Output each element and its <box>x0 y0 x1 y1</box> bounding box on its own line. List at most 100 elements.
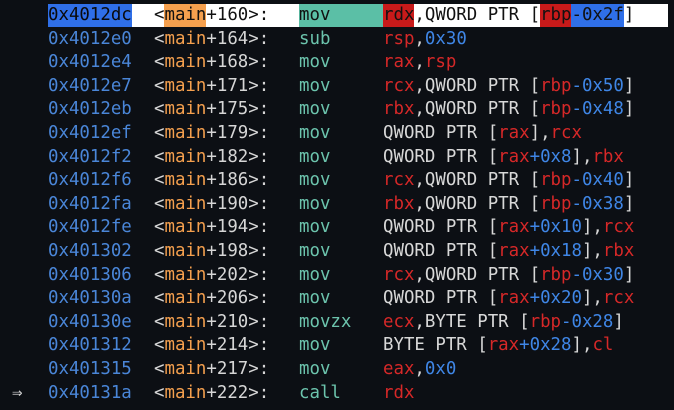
angle-close: >: <box>248 335 270 356</box>
symbol-offset: <main+168>: <box>154 51 269 74</box>
instruction-mnemonic: mov <box>299 52 331 73</box>
operand-reg: rcx <box>550 123 582 143</box>
angle-close: >: <box>248 382 270 403</box>
operand-num: +0x18 <box>529 241 582 261</box>
operand-num: -0x30 <box>571 264 624 285</box>
operand-txt: QWORD PTR [ <box>383 146 499 167</box>
symbol-name: main <box>164 146 207 167</box>
instruction-address: 0x4012f2 <box>48 146 132 167</box>
instruction-operands: eax,0x0 <box>383 358 456 381</box>
operand-txt: ], <box>581 217 603 238</box>
operand-txt: ], <box>581 241 603 261</box>
symbol-offset: <main+194>: <box>154 216 269 239</box>
symbol-offset: <main+175>: <box>154 98 269 121</box>
operand-txt: ], <box>529 123 551 143</box>
operand-txt: ,BYTE PTR [ <box>414 311 530 332</box>
instruction-address: 0x4012fa <box>48 193 132 214</box>
operand-txt: ] <box>613 311 624 332</box>
symbol-name: main <box>164 193 207 214</box>
operand-txt: ], <box>571 146 593 167</box>
operand-reg: rax <box>498 241 530 261</box>
symbol-offset: <main+164>: <box>154 28 269 51</box>
operand-reg: rbp <box>540 4 572 27</box>
instruction-mnemonic: mov <box>299 288 331 309</box>
operand-txt: ,QWORD PTR [ <box>414 193 541 214</box>
instruction-row[interactable]: 0x4012dc <main+160>: mov rdx,QWORD PTR [rbp… <box>48 4 668 27</box>
operand-txt: QWORD PTR [ <box>383 217 499 238</box>
angle-open: < <box>154 123 165 143</box>
operand-reg: rdx <box>383 4 415 27</box>
operand-txt: , <box>414 52 425 73</box>
symbol-name: main <box>164 311 207 332</box>
disassembly-view: 0x4012dc <main+160>: mov rdx,QWORD PTR [rbp… <box>0 0 674 410</box>
symbol-name: main <box>164 170 207 191</box>
operand-reg: rax <box>498 146 530 167</box>
operand-num: -0x40 <box>571 170 624 191</box>
instruction-address: 0x4012e0 <box>48 28 132 49</box>
angle-open: < <box>154 359 165 379</box>
instruction-operands: QWORD PTR [rax+0x10],rcx <box>383 216 634 239</box>
instruction-operands: rbx,QWORD PTR [rbp-0x38] <box>383 193 634 216</box>
operand-reg: rcx <box>602 288 635 309</box>
operand-reg: rbx <box>383 99 415 120</box>
symbol-offset: <main+206>: <box>154 287 269 310</box>
operand-txt: ], <box>581 288 603 309</box>
angle-close: >: <box>248 311 270 332</box>
instruction-operands: BYTE PTR [rax+0x28],cl <box>383 334 613 357</box>
symbol-offset: <main+214>: <box>154 334 269 357</box>
operand-reg: rsp <box>383 28 415 49</box>
instruction-address: 0x4012fe <box>48 217 132 238</box>
angle-close: >: <box>248 359 270 379</box>
symbol-name: main <box>164 28 207 49</box>
angle-close: >: <box>248 193 270 214</box>
symbol-offset-value: +222 <box>206 382 249 403</box>
symbol-offset-value: +190 <box>206 193 249 214</box>
symbol-offset-value: +182 <box>206 146 249 167</box>
operand-reg: ecx <box>383 311 415 332</box>
operand-reg: rax <box>498 288 530 309</box>
operand-txt: QWORD PTR [ <box>383 241 499 261</box>
symbol-offset: <main+190>: <box>154 193 269 216</box>
symbol-offset-value: +164 <box>206 28 249 49</box>
operand-txt: ,QWORD PTR [ <box>414 5 541 25</box>
instruction-address: 0x40130e <box>48 311 132 332</box>
instruction-mnemonic: mov <box>299 217 331 238</box>
operand-num: +0x28 <box>519 335 572 356</box>
symbol-offset-value: +175 <box>206 99 249 120</box>
instruction-mnemonic: mov <box>299 146 331 167</box>
symbol-offset-value: +198 <box>206 241 249 261</box>
operand-txt: ] <box>623 193 635 214</box>
operand-reg: rbx <box>592 146 624 167</box>
angle-open: < <box>154 311 165 332</box>
symbol-name: main <box>164 217 207 238</box>
symbol-offset-value: +186 <box>206 170 249 191</box>
angle-close: >: <box>248 123 270 143</box>
operand-reg: rax <box>498 217 530 238</box>
angle-open: < <box>154 146 165 167</box>
operand-txt: QWORD PTR [ <box>383 123 499 143</box>
operand-txt: , <box>414 359 425 379</box>
instruction-address: 0x401302 <box>48 241 132 261</box>
instruction-operands: QWORD PTR [rax],rcx <box>383 122 582 145</box>
angle-close: >: <box>248 75 270 96</box>
operand-num: +0x8 <box>529 146 572 167</box>
symbol-offset-value: +179 <box>206 123 249 143</box>
operand-txt: , <box>414 28 425 49</box>
instruction-operands: QWORD PTR [rax+0x20],rcx <box>383 287 634 310</box>
angle-open: < <box>154 335 165 356</box>
operand-txt: ] <box>623 264 635 285</box>
instruction-mnemonic: mov <box>299 123 331 143</box>
symbol-offset: <main+222>: <box>154 382 269 405</box>
angle-open: < <box>154 193 165 214</box>
angle-close: >: <box>248 217 270 238</box>
angle-close: >: <box>248 99 270 120</box>
symbol-offset-value: +168 <box>206 52 249 73</box>
instruction-operands: QWORD PTR [rax+0x8],rbx <box>383 146 624 169</box>
symbol-offset-value: +202 <box>206 264 249 285</box>
angle-open: < <box>154 5 165 25</box>
symbol-name: main <box>164 75 207 96</box>
operand-txt: BYTE PTR [ <box>383 335 488 356</box>
instruction-operands: rax,rsp <box>383 51 456 74</box>
instruction-address: 0x401306 <box>48 264 132 285</box>
instruction-address: 0x4012e7 <box>48 75 132 96</box>
